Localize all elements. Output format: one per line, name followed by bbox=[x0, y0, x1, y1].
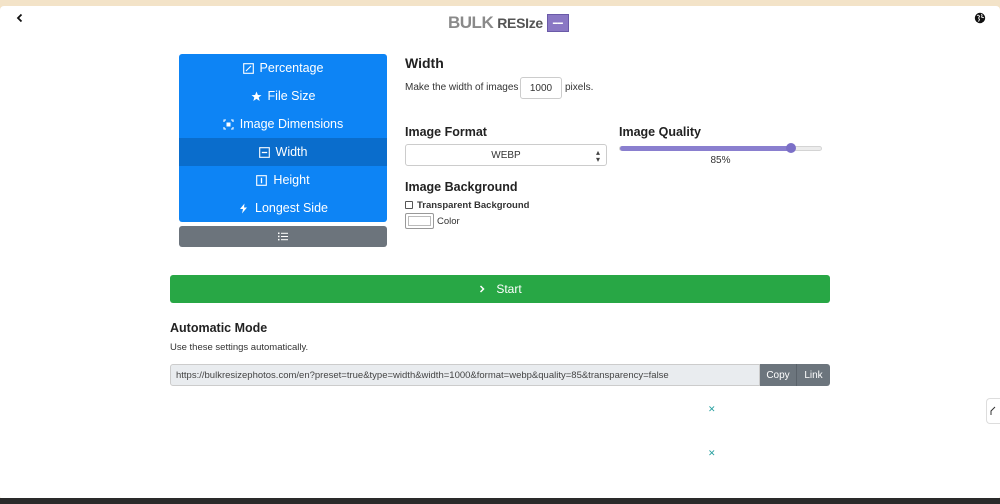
page bbox=[0, 6, 1000, 500]
menu-item-height[interactable]: Height bbox=[179, 166, 387, 194]
ad-close-icon[interactable]: ✕ bbox=[708, 404, 716, 415]
menu-item-label: Width bbox=[275, 145, 308, 159]
globe-icon bbox=[974, 12, 986, 24]
width-title: Width bbox=[405, 55, 444, 71]
menu-item-image-dimensions[interactable]: Image Dimensions bbox=[179, 110, 387, 138]
start-button[interactable]: Start bbox=[170, 275, 830, 303]
automatic-mode-description: Use these settings automatically. bbox=[170, 342, 309, 353]
logo-badge-icon: ▬▬ bbox=[546, 14, 569, 32]
lightning-icon bbox=[238, 203, 249, 214]
image-quality-value: 85% bbox=[710, 155, 731, 166]
image-background-title: Image Background bbox=[405, 180, 518, 194]
automatic-mode-title: Automatic Mode bbox=[170, 321, 268, 335]
transparent-background-label[interactable]: Transparent Background bbox=[417, 200, 529, 211]
menu-item-file-size[interactable]: File Size bbox=[179, 82, 387, 110]
menu-item-label: Height bbox=[273, 173, 310, 187]
logo[interactable]: BULK RESIze ▬▬ bbox=[448, 10, 569, 36]
menu-item-label: File Size bbox=[267, 89, 316, 103]
side-panel-tab[interactable] bbox=[986, 398, 1000, 424]
dimensions-icon bbox=[223, 118, 234, 130]
image-format-select[interactable]: WEBP ▴ ▾ bbox=[405, 144, 607, 166]
menu-item-label: Image Dimensions bbox=[239, 117, 344, 131]
side-tab-arrow-icon bbox=[990, 406, 996, 415]
menu-item-label: Percentage bbox=[259, 61, 324, 75]
background-color-swatch bbox=[408, 216, 431, 226]
image-quality-title: Image Quality bbox=[619, 125, 701, 139]
edit-square-icon bbox=[242, 62, 254, 74]
height-square-icon bbox=[256, 174, 268, 186]
menu-toggle-button[interactable] bbox=[179, 226, 387, 247]
background-color-picker[interactable] bbox=[405, 213, 434, 229]
menu-item-label: Longest Side bbox=[255, 201, 328, 215]
ad-close-icon[interactable]: ✕ bbox=[708, 448, 716, 459]
resize-type-menu: Percentage File Size Image Dimensions Wi… bbox=[179, 54, 387, 222]
logo-word-resize: RESIze bbox=[497, 15, 543, 31]
transparent-background-checkbox[interactable] bbox=[405, 201, 413, 209]
automatic-mode-url-field[interactable]: https://bulkresizephotos.com/en?preset=t… bbox=[170, 364, 760, 386]
menu-item-percentage[interactable]: Percentage bbox=[179, 54, 387, 82]
menu-item-width[interactable]: Width bbox=[179, 138, 387, 166]
language-button[interactable] bbox=[968, 6, 992, 30]
back-button[interactable] bbox=[8, 6, 32, 30]
background-color-label: Color bbox=[437, 216, 460, 227]
select-arrows-icon: ▴ ▾ bbox=[595, 148, 600, 164]
image-quality-slider-thumb[interactable] bbox=[785, 143, 796, 153]
menu-item-longest-side[interactable]: Longest Side bbox=[179, 194, 387, 222]
star-icon bbox=[251, 91, 262, 102]
copy-button[interactable]: Copy bbox=[760, 364, 797, 386]
window-bottom-edge bbox=[0, 498, 1000, 504]
image-format-title: Image Format bbox=[405, 125, 487, 139]
image-quality-slider-fill bbox=[620, 146, 791, 151]
chevron-right-icon bbox=[480, 285, 485, 293]
chevron-left-icon bbox=[16, 13, 23, 23]
start-button-label: Start bbox=[496, 282, 522, 296]
logo-word-bulk: BULK bbox=[448, 13, 494, 32]
width-unit-label: pixels. bbox=[565, 82, 594, 93]
minus-square-icon bbox=[258, 146, 270, 158]
list-icon bbox=[278, 232, 288, 241]
image-format-selected: WEBP bbox=[491, 149, 521, 161]
width-description: Make the width of images bbox=[405, 82, 519, 93]
link-button[interactable]: Link bbox=[797, 364, 830, 386]
width-input[interactable]: 1000 bbox=[520, 77, 562, 99]
image-quality-slider[interactable] bbox=[619, 143, 822, 153]
